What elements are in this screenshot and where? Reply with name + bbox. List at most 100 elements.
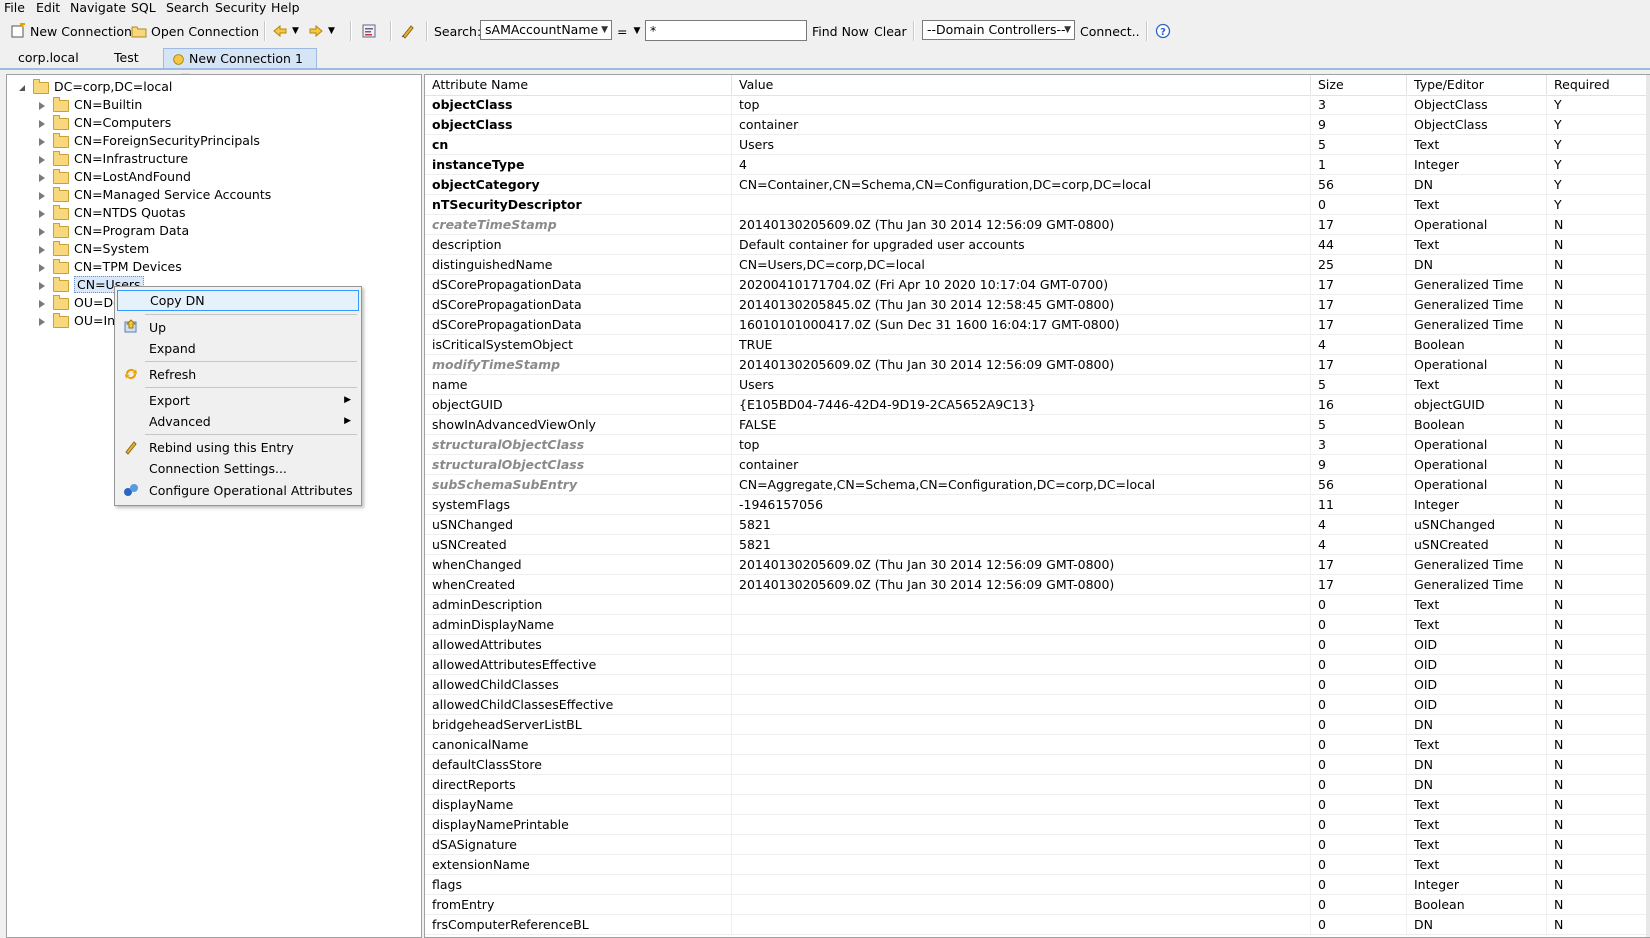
expand-toggle-icon[interactable] <box>39 155 45 164</box>
tab-test[interactable]: Test <box>106 48 147 68</box>
table-row[interactable]: frsComputerReferenceBL 0 DN N <box>425 915 1650 935</box>
back-dropdown-icon[interactable]: ▼ <box>292 26 299 36</box>
expand-toggle-icon[interactable] <box>39 281 45 290</box>
table-row[interactable]: subSchemaSubEntry CN=Aggregate,CN=Schema,… <box>425 475 1650 495</box>
table-row[interactable]: objectGUID {E105BD04-7446-42D4-9D19-2CA56… <box>425 395 1650 415</box>
expand-toggle-icon[interactable] <box>39 173 45 182</box>
table-row[interactable]: allowedAttributesEffective 0 OID N <box>425 655 1650 675</box>
tree-item[interactable]: CN=Managed Service Accounts <box>39 186 271 204</box>
expand-toggle-icon[interactable] <box>39 299 45 308</box>
open-connection-button[interactable]: Open Connection <box>131 16 259 46</box>
table-row[interactable]: objectClass container 9 ObjectClass Y <box>425 115 1650 135</box>
back-button[interactable]: ▼ <box>272 16 299 46</box>
table-row[interactable]: createTimeStamp 20140130205609.0Z (Thu Ja… <box>425 215 1650 235</box>
column-header-size[interactable]: Size <box>1311 75 1407 95</box>
table-row[interactable]: displayName 0 Text N <box>425 795 1650 815</box>
table-row[interactable]: allowedAttributes 0 OID N <box>425 635 1650 655</box>
expand-toggle-icon[interactable] <box>39 227 45 236</box>
table-row[interactable]: allowedChildClasses 0 OID N <box>425 675 1650 695</box>
table-row[interactable]: uSNChanged 5821 4 uSNChanged N <box>425 515 1650 535</box>
expand-toggle-icon[interactable] <box>39 191 45 200</box>
column-header-required[interactable]: Required <box>1547 75 1647 95</box>
find-now-button[interactable]: Find Now <box>812 16 869 46</box>
menu-navigate[interactable]: Navigate <box>70 0 126 16</box>
expand-toggle-icon[interactable] <box>19 84 25 91</box>
table-row[interactable]: name Users 5 Text N <box>425 375 1650 395</box>
expand-toggle-icon[interactable] <box>39 245 45 254</box>
table-row[interactable]: dSASignature 0 Text N <box>425 835 1650 855</box>
tab-corp-local[interactable]: corp.local <box>10 48 87 68</box>
menu-item-up[interactable]: Up <box>117 317 359 338</box>
tree-item[interactable]: CN=TPM Devices <box>39 258 182 276</box>
menu-search[interactable]: Search <box>166 0 209 16</box>
table-row[interactable]: structuralObjectClass top 3 Operational N <box>425 435 1650 455</box>
expand-toggle-icon[interactable] <box>39 263 45 272</box>
table-row[interactable]: whenChanged 20140130205609.0Z (Thu Jan 30… <box>425 555 1650 575</box>
menu-item-configure-operational[interactable]: Configure Operational Attributes <box>117 480 359 501</box>
search-value-input[interactable]: * <box>645 20 807 41</box>
table-row[interactable]: defaultClassStore 0 DN N <box>425 755 1650 775</box>
table-row[interactable]: directReports 0 DN N <box>425 775 1650 795</box>
menu-item-refresh[interactable]: Refresh <box>117 364 359 385</box>
vertical-scrollbar[interactable] <box>1646 75 1650 937</box>
table-row[interactable]: allowedChildClassesEffective 0 OID N <box>425 695 1650 715</box>
connect-button[interactable]: Connect.. <box>1080 16 1140 46</box>
table-row[interactable]: whenCreated 20140130205609.0Z (Thu Jan 30… <box>425 575 1650 595</box>
tree-item[interactable]: CN=Program Data <box>39 222 189 240</box>
new-connection-button[interactable]: New Connection <box>10 16 132 46</box>
expand-toggle-icon[interactable] <box>39 317 45 326</box>
table-row[interactable]: nTSecurityDescriptor 0 Text Y <box>425 195 1650 215</box>
tree-root[interactable]: DC=corp,DC=local <box>19 78 172 96</box>
table-row[interactable]: dSCorePropagationData 20200410171704.0Z (… <box>425 275 1650 295</box>
help-button[interactable]: ? <box>1155 16 1171 46</box>
tree-item[interactable]: CN=Infrastructure <box>39 150 188 168</box>
expand-toggle-icon[interactable] <box>39 137 45 146</box>
column-header-attribute[interactable]: Attribute Name <box>425 75 732 95</box>
menu-item-rebind[interactable]: Rebind using this Entry <box>117 437 359 458</box>
forward-button[interactable]: ▼ <box>308 16 335 46</box>
table-row[interactable]: systemFlags -1946157056 11 Integer N <box>425 495 1650 515</box>
menu-item-copy-dn[interactable]: Copy DN <box>117 290 359 311</box>
menu-item-expand[interactable]: Expand <box>117 338 359 359</box>
table-row[interactable]: adminDescription 0 Text N <box>425 595 1650 615</box>
tree-item[interactable]: CN=LostAndFound <box>39 168 191 186</box>
tab-new-connection-1[interactable]: New Connection 1 ☒ <box>163 48 317 86</box>
menu-help[interactable]: Help <box>271 0 300 16</box>
expand-toggle-icon[interactable] <box>39 101 45 110</box>
table-row[interactable]: dSCorePropagationData 20140130205845.0Z (… <box>425 295 1650 315</box>
tree-item[interactable]: OU=Infr <box>39 312 125 330</box>
expand-toggle-icon[interactable] <box>39 119 45 128</box>
tree-item[interactable]: CN=ForeignSecurityPrincipals <box>39 132 260 150</box>
table-row[interactable]: fromEntry 0 Boolean N <box>425 895 1650 915</box>
table-row[interactable]: structuralObjectClass container 9 Operation… <box>425 455 1650 475</box>
table-row[interactable]: extensionName 0 Text N <box>425 855 1650 875</box>
menu-sql[interactable]: SQL <box>131 0 156 16</box>
sql-button[interactable] <box>361 16 377 46</box>
table-row[interactable]: uSNCreated 5821 4 uSNCreated N <box>425 535 1650 555</box>
table-row[interactable]: objectCategory CN=Container,CN=Schema,CN=… <box>425 175 1650 195</box>
table-row[interactable]: bridgeheadServerListBL 0 DN N <box>425 715 1650 735</box>
tree-item[interactable]: OU=Dor <box>39 294 126 312</box>
menu-security[interactable]: Security <box>215 0 266 16</box>
clear-button[interactable]: Clear <box>874 16 907 46</box>
forward-dropdown-icon[interactable]: ▼ <box>328 26 335 36</box>
tree-item[interactable]: CN=Builtin <box>39 96 142 114</box>
rebind-button[interactable] <box>400 16 416 46</box>
table-row[interactable]: dSCorePropagationData 16010101000417.0Z (… <box>425 315 1650 335</box>
menu-file[interactable]: File <box>4 0 25 16</box>
search-attribute-combo[interactable]: sAMAccountName ▼ <box>480 20 612 40</box>
table-row[interactable]: isCriticalSystemObject TRUE 4 Boolean N <box>425 335 1650 355</box>
tree-item[interactable]: CN=NTDS Quotas <box>39 204 186 222</box>
table-row[interactable]: displayNamePrintable 0 Text N <box>425 815 1650 835</box>
menu-item-advanced[interactable]: Advanced ▶ <box>117 411 359 432</box>
menu-edit[interactable]: Edit <box>36 0 60 16</box>
tree-item[interactable]: CN=Computers <box>39 114 171 132</box>
table-row[interactable]: showInAdvancedViewOnly FALSE 5 Boolean N <box>425 415 1650 435</box>
table-row[interactable]: description Default container for upgrade… <box>425 235 1650 255</box>
domain-controllers-combo[interactable]: --Domain Controllers-- ▼ <box>922 20 1075 40</box>
table-row[interactable]: modifyTimeStamp 20140130205609.0Z (Thu Ja… <box>425 355 1650 375</box>
column-header-value[interactable]: Value <box>732 75 1311 95</box>
table-row[interactable]: objectClass top 3 ObjectClass Y <box>425 95 1650 115</box>
menu-item-export[interactable]: Export ▶ <box>117 390 359 411</box>
table-row[interactable]: flags 0 Integer N <box>425 875 1650 895</box>
